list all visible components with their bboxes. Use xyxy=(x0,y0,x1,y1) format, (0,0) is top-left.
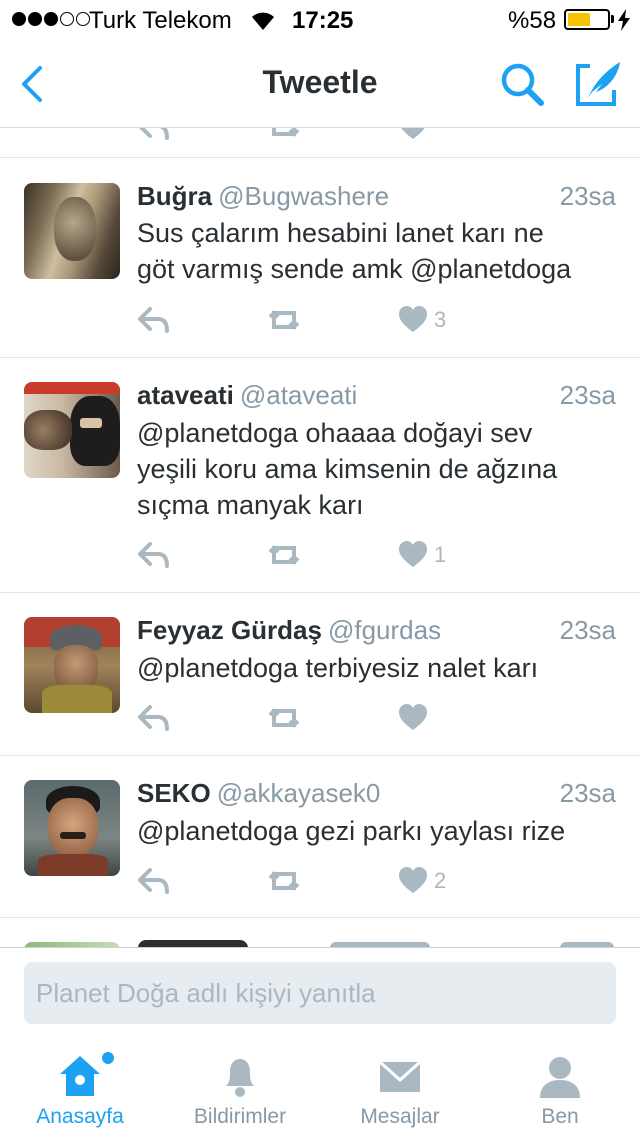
tweet-text-line: @planetdoga gezi parkı yaylası rize xyxy=(137,816,566,846)
author-handle[interactable]: @Bugwashere xyxy=(218,181,389,211)
home-icon xyxy=(60,1056,100,1096)
like-count: 1 xyxy=(434,542,447,567)
like-icon xyxy=(399,306,427,332)
tweet-item[interactable]: ataveati @ataveati 23sa @planetdoga ohaaa… xyxy=(0,358,640,593)
navigation-bar: Tweetle xyxy=(0,40,640,128)
like-icon xyxy=(399,867,427,893)
tweet-time: 23sa xyxy=(559,778,616,808)
retweet-icon[interactable] xyxy=(266,128,302,142)
tweet-text: @planetdoga ohaaaa doğayi sev yeşili kor… xyxy=(137,415,616,523)
retweet-button[interactable] xyxy=(266,866,302,896)
retweet-icon xyxy=(268,310,300,330)
like-button[interactable]: 2 xyxy=(398,866,446,896)
reply-bar xyxy=(0,948,640,1038)
avatar[interactable] xyxy=(24,183,120,279)
battery-icon xyxy=(564,9,610,30)
author-handle[interactable]: @akkayasek0 xyxy=(217,778,381,808)
compose-icon[interactable] xyxy=(572,58,624,110)
reply-icon xyxy=(138,868,169,894)
partial-tweet-item xyxy=(0,918,640,948)
charging-icon xyxy=(618,9,630,31)
like-icon xyxy=(399,541,427,567)
tweet-text-line: @planetdoga terbiyesiz nalet karı xyxy=(137,653,539,683)
like-count: 3 xyxy=(434,307,447,332)
wifi-icon xyxy=(252,12,274,30)
avatar[interactable] xyxy=(24,617,120,713)
retweet-icon xyxy=(268,545,300,565)
envelope-icon xyxy=(378,1060,422,1092)
search-icon[interactable] xyxy=(498,60,546,108)
signal-strength-icon xyxy=(12,12,90,26)
tab-label: Bildirimler xyxy=(193,1105,287,1128)
avatar[interactable] xyxy=(24,382,120,478)
avatar[interactable] xyxy=(24,780,120,876)
reply-button[interactable] xyxy=(138,305,170,335)
tweet-text-line: yeşili koru ama kimsenin de ağzına xyxy=(137,454,558,484)
battery-percentage: %58 xyxy=(508,7,557,34)
tweet-text-line: @planetdoga ohaaaa doğayi sev xyxy=(137,418,533,448)
tab-label: Mesajlar xyxy=(360,1105,440,1128)
tweet-header: SEKO @akkayasek0 23sa xyxy=(137,778,616,810)
reply-input[interactable] xyxy=(24,962,616,1024)
bell-icon xyxy=(226,1059,254,1097)
tweet-header: Buğra @Bugwashere 23sa xyxy=(137,181,616,213)
tab-messages[interactable]: Mesajlar xyxy=(320,1038,480,1136)
retweet-icon xyxy=(268,871,300,891)
tab-profile[interactable]: Ben xyxy=(480,1038,640,1136)
tweet-text: @planetdoga gezi parkı yaylası rize xyxy=(137,813,616,849)
previous-tweet-actions xyxy=(0,128,640,158)
tab-home[interactable]: Anasayfa xyxy=(0,1038,160,1136)
tab-label: Anasayfa xyxy=(36,1105,124,1128)
like-count: 2 xyxy=(434,868,447,893)
tab-label: Ben xyxy=(541,1105,579,1128)
like-icon xyxy=(399,704,427,730)
tweet-header: Feyyaz Gürdaş @fgurdas 23sa xyxy=(137,615,616,647)
person-icon xyxy=(540,1057,580,1098)
tweet-header: ataveati @ataveati 23sa xyxy=(137,380,616,412)
retweet-button[interactable] xyxy=(266,305,302,335)
retweet-button[interactable] xyxy=(266,703,302,733)
reply-button[interactable] xyxy=(138,703,170,733)
reply-icon[interactable] xyxy=(138,128,170,142)
tweet-text-line: göt varmış sende amk @planetdoga xyxy=(137,254,572,284)
tab-notifications[interactable]: Bildirimler xyxy=(160,1038,320,1136)
tweet-item[interactable]: Buğra @Bugwashere 23sa Sus çalarım hesabi… xyxy=(0,159,640,358)
tweet-item[interactable]: Feyyaz Gürdaş @fgurdas 23sa @planetdoga t… xyxy=(0,593,640,756)
author-handle[interactable]: @ataveati xyxy=(240,380,357,410)
reply-button[interactable] xyxy=(138,866,170,896)
tweet-text: @planetdoga terbiyesiz nalet karı xyxy=(137,650,616,686)
battery-tip xyxy=(611,15,614,23)
author-name[interactable]: Feyyaz Gürdaş xyxy=(137,615,322,645)
like-button[interactable]: 1 xyxy=(398,540,446,570)
like-button[interactable] xyxy=(398,703,434,733)
clock: 17:25 xyxy=(292,7,354,34)
carrier-name: Turk Telekom xyxy=(89,7,232,34)
author-name[interactable]: SEKO xyxy=(137,778,211,808)
tweet-text-line: Sus çalarım hesabini lanet karı ne xyxy=(137,218,544,248)
like-button[interactable]: 3 xyxy=(398,305,446,335)
tweet-time: 23sa xyxy=(559,380,616,410)
tab-bar: Anasayfa Bildirimler Mesajlar Ben xyxy=(0,1038,640,1136)
tweet-text: Sus çalarım hesabini lanet karı ne göt v… xyxy=(137,215,616,287)
tweet-text-line: sıçma manyak karı xyxy=(137,490,364,520)
reply-icon xyxy=(138,705,169,731)
author-name[interactable]: ataveati xyxy=(137,380,234,410)
new-content-indicator xyxy=(102,1052,114,1064)
tweet-time: 23sa xyxy=(559,181,616,211)
retweet-icon xyxy=(268,708,300,728)
tweet-time: 23sa xyxy=(559,615,616,645)
author-name[interactable]: Buğra xyxy=(137,181,212,211)
status-bar: Turk Telekom 17:25 %58 xyxy=(0,0,640,40)
like-icon[interactable] xyxy=(398,128,428,142)
retweet-button[interactable] xyxy=(266,540,302,570)
tweet-item[interactable]: SEKO @akkayasek0 23sa @planetdoga gezi pa… xyxy=(0,756,640,918)
reply-icon xyxy=(138,307,169,333)
reply-icon xyxy=(138,542,169,568)
reply-button[interactable] xyxy=(138,540,170,570)
author-handle[interactable]: @fgurdas xyxy=(328,615,441,645)
